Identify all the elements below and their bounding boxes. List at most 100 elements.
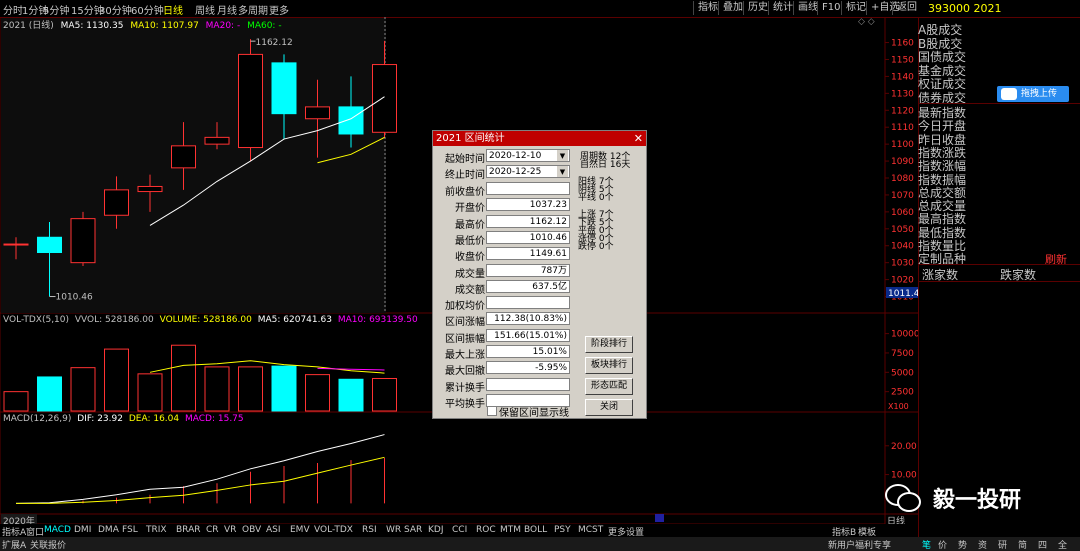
candle-body bbox=[3, 243, 29, 246]
volume-bar bbox=[104, 348, 129, 412]
close-button[interactable]: 关闭 bbox=[585, 399, 633, 416]
interval-stats-dialog[interactable]: 2021 区间统计 ✕ 起始时间 2020-12-10 ▼ 终止时间 2020-1… bbox=[432, 130, 647, 419]
upload-button[interactable]: 拖拽上传 bbox=[997, 86, 1069, 102]
macd-tick-label: 20.00 bbox=[891, 442, 917, 452]
period-tab-7[interactable]: 周线 bbox=[195, 2, 215, 17]
vol-tick-label: 5000 bbox=[891, 368, 914, 378]
vol-header: VOL-TDX(5,10) VVOL: 528186.00 VOLUME: 52… bbox=[3, 315, 418, 325]
start-time-label: 起始时间 bbox=[445, 154, 485, 165]
indicator-tab-8[interactable]: CR bbox=[206, 525, 219, 535]
period-tab-9[interactable]: 多周期 bbox=[238, 2, 268, 17]
volume-bar bbox=[171, 344, 196, 412]
stage-ranking-button[interactable]: 阶段排行 bbox=[585, 336, 633, 353]
indicator-tab-11[interactable]: ASI bbox=[266, 525, 281, 535]
period-tab-2[interactable]: 5分钟 bbox=[43, 2, 69, 17]
candle-body bbox=[338, 106, 364, 135]
close-icon[interactable]: ✕ bbox=[634, 131, 643, 146]
period-tab-0[interactable]: 分时 bbox=[3, 2, 23, 17]
indicator-tab-12[interactable]: EMV bbox=[290, 525, 310, 535]
status-right-2[interactable]: 价 bbox=[938, 538, 947, 551]
stat-value-1: 1037.23 bbox=[486, 198, 570, 212]
indicator-tab-15[interactable]: WR bbox=[386, 525, 401, 535]
toolbar-right-8[interactable]: 返回 bbox=[892, 1, 921, 15]
dialog-title: 2021 区间统计 bbox=[436, 133, 505, 144]
panel-divider-3 bbox=[918, 281, 1080, 282]
indicator-tab-5[interactable]: FSL bbox=[122, 525, 138, 535]
stat-label-12: 累计换手 bbox=[445, 382, 485, 394]
wechat-icon bbox=[883, 480, 923, 514]
price-tick-label: 1040 bbox=[891, 242, 914, 252]
candle-body bbox=[238, 53, 263, 149]
period-tab-5[interactable]: 60分钟 bbox=[131, 2, 164, 17]
stat-value-9: 151.66(15.01%) bbox=[486, 328, 570, 342]
status-right-3[interactable]: 势 bbox=[958, 538, 967, 551]
volume-bar bbox=[204, 366, 230, 412]
chevron-down-icon[interactable]: ▼ bbox=[557, 150, 568, 161]
chevron-down-icon[interactable]: ▼ bbox=[557, 166, 568, 177]
candle-body bbox=[171, 145, 196, 169]
stat-value-5: 787万 bbox=[486, 263, 570, 277]
sector-ranking-button[interactable]: 板块排行 bbox=[585, 357, 633, 374]
ma60-label: MA60: - bbox=[247, 21, 282, 31]
indicator-tab-21[interactable]: BOLL bbox=[524, 525, 547, 535]
end-time-select[interactable]: 2020-12-25 ▼ bbox=[486, 165, 570, 178]
indicator-tab-17[interactable]: KDJ bbox=[428, 525, 444, 535]
indicator-tab-13[interactable]: VOL-TDX bbox=[314, 525, 353, 535]
status-right-5[interactable]: 研 bbox=[998, 538, 1007, 551]
dialog-titlebar[interactable]: 2021 区间统计 ✕ bbox=[433, 131, 646, 146]
status-right-4[interactable]: 资 bbox=[978, 538, 987, 551]
vol-title: VOL-TDX(5,10) bbox=[3, 315, 70, 325]
indicator-tab-18[interactable]: CCI bbox=[452, 525, 467, 535]
keep-interval-checkbox[interactable] bbox=[487, 406, 497, 416]
price-tick-label: 1100 bbox=[891, 140, 914, 150]
indicator-tab-10[interactable]: OBV bbox=[242, 525, 261, 535]
status-right-1[interactable]: 笔 bbox=[922, 538, 931, 551]
price-tick-label: 1070 bbox=[891, 191, 914, 201]
stat-label-2: 最高价 bbox=[455, 219, 485, 231]
price-tick-label: 1130 bbox=[891, 89, 914, 99]
volume-bar bbox=[338, 378, 364, 412]
indicator-tab-2[interactable]: MACD bbox=[44, 525, 71, 535]
status-right-6[interactable]: 简 bbox=[1018, 538, 1027, 551]
keep-interval-label: 保留区间显示线 bbox=[499, 408, 569, 419]
indicator-tab-23[interactable]: MCST bbox=[578, 525, 603, 535]
pattern-match-button[interactable]: 形态匹配 bbox=[585, 378, 633, 395]
period-tab-8[interactable]: 月线 bbox=[217, 2, 237, 17]
stat-label-0: 前收盘价 bbox=[445, 187, 485, 198]
indicator-tab-14[interactable]: RSI bbox=[362, 525, 377, 535]
status-right-7[interactable]: 四 bbox=[1038, 538, 1047, 551]
chart-control-icons[interactable]: ◇ ◇ bbox=[858, 17, 875, 27]
vol-tick-label: 7500 bbox=[891, 349, 914, 359]
scroll-marker[interactable] bbox=[655, 514, 664, 522]
status-left-1[interactable]: 关联报价 bbox=[30, 538, 66, 551]
upload-button-label: 拖拽上传 bbox=[1021, 89, 1058, 99]
volume-bar bbox=[137, 373, 163, 412]
indicator-tab-7[interactable]: BRAR bbox=[176, 525, 200, 535]
flat-count: 平线 0个 bbox=[578, 193, 614, 203]
indicator-tab-16[interactable]: SAR bbox=[404, 525, 422, 535]
status-left-0[interactable]: 扩展A bbox=[2, 538, 26, 551]
volume-label: VOLUME: 528186.00 bbox=[159, 315, 252, 325]
period-tab-4[interactable]: 30分钟 bbox=[99, 2, 132, 17]
start-time-select[interactable]: 2020-12-10 ▼ bbox=[486, 149, 570, 162]
ma5-label: MA5: 1130.35 bbox=[60, 21, 124, 31]
stat-label-9: 区间振幅 bbox=[445, 333, 485, 345]
indicator-tab-20[interactable]: MTM bbox=[500, 525, 521, 535]
volume-bar bbox=[238, 366, 263, 412]
status-right-8[interactable]: 全 bbox=[1058, 538, 1067, 551]
period-tab-10[interactable]: 更多 bbox=[269, 2, 289, 17]
indicator-tab-9[interactable]: VR bbox=[224, 525, 236, 535]
indicator-tab-3[interactable]: DMI bbox=[74, 525, 91, 535]
price-tick-label: 1050 bbox=[891, 225, 914, 235]
vol-tick-label: 10000 bbox=[891, 330, 918, 340]
indicator-tab-22[interactable]: PSY bbox=[554, 525, 571, 535]
indicator-tab-6[interactable]: TRIX bbox=[146, 525, 167, 535]
stat-value-10: 15.01% bbox=[486, 345, 570, 358]
candle-body bbox=[372, 64, 397, 133]
dea-line bbox=[16, 456, 385, 504]
indicator-tab-19[interactable]: ROC bbox=[476, 525, 496, 535]
period-tab-6[interactable]: 日线 bbox=[163, 2, 183, 17]
vol-unit-label: X100 bbox=[888, 402, 909, 411]
status-right-0[interactable]: 新用户福利专享 bbox=[828, 538, 891, 551]
indicator-tab-4[interactable]: DMA bbox=[98, 525, 119, 535]
